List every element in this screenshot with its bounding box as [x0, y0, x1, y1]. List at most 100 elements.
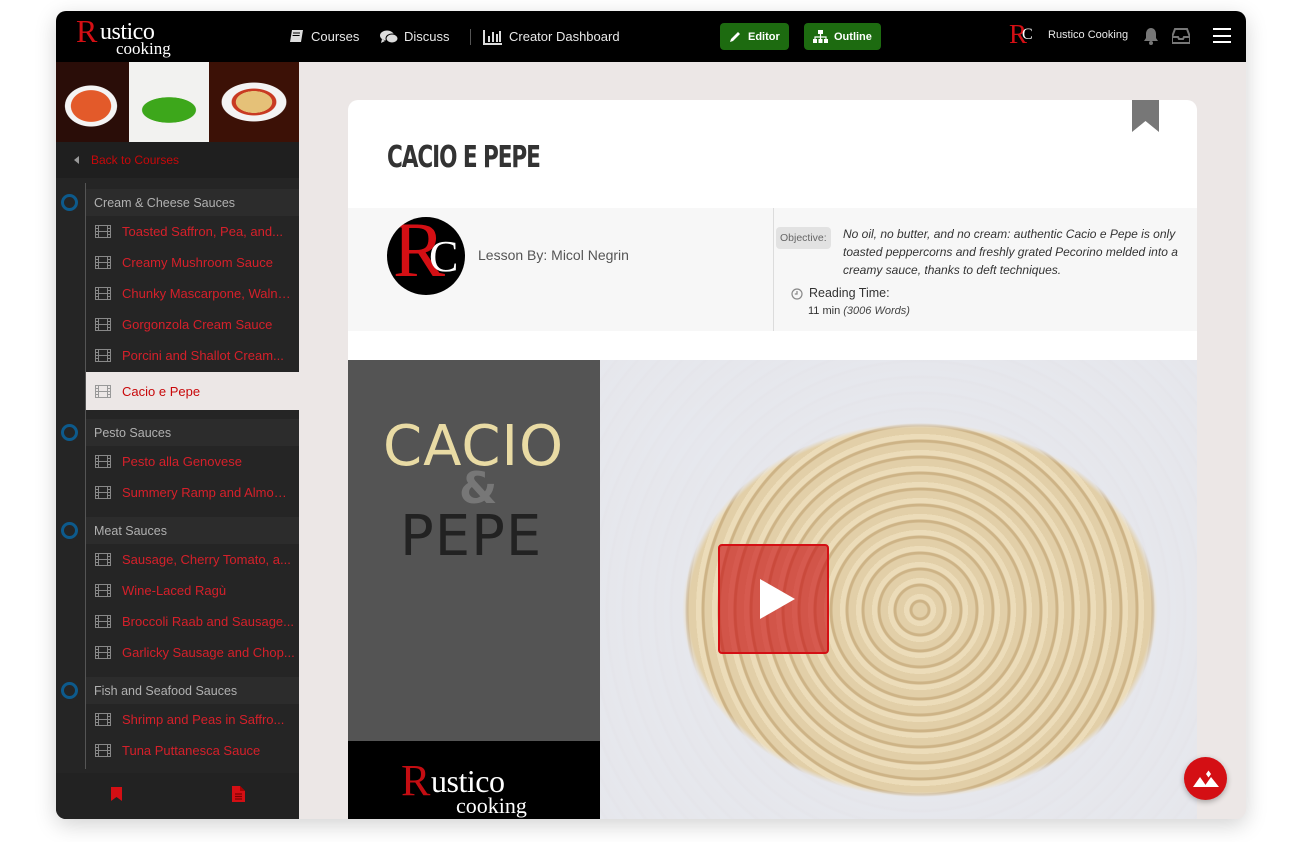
- lesson-title-heading: CACIO E PEPE: [387, 140, 541, 175]
- account-name[interactable]: Rustico Cooking: [1048, 29, 1128, 41]
- lesson-title: Summery Ramp and Almo…: [122, 485, 287, 500]
- objective-label: Objective:: [776, 227, 831, 249]
- logo-subtext: cooking: [116, 39, 171, 58]
- author-avatar: R C: [387, 217, 465, 295]
- course-outline: Cream & Cheese Sauces Toasted Saffron, P…: [56, 183, 299, 769]
- banner-photo-penne: [209, 62, 299, 142]
- section-header[interactable]: Meat Sauces: [61, 517, 299, 544]
- sitemap-icon: [813, 30, 828, 43]
- lesson-item[interactable]: Broccoli Raab and Sausage...: [86, 606, 299, 637]
- poster-logo-subtext: cooking: [456, 793, 527, 818]
- lesson-item[interactable]: Wine-Laced Ragù: [86, 575, 299, 606]
- meta-divider: [773, 208, 774, 331]
- section-header[interactable]: Fish and Seafood Sauces: [61, 677, 299, 704]
- lesson-item[interactable]: Porcini and Shallot Cream...: [86, 340, 299, 371]
- nav-creator-dashboard-label: Creator Dashboard: [509, 29, 620, 44]
- objective-text: No oil, no butter, and no cream: authent…: [843, 227, 1178, 277]
- film-icon: [95, 349, 111, 362]
- bar-chart-icon: [483, 29, 503, 45]
- lesson-title: Broccoli Raab and Sausage...: [122, 614, 294, 629]
- section-title: Fish and Seafood Sauces: [94, 683, 238, 698]
- reading-time-value: 11 min (3006 Words): [808, 305, 910, 317]
- poster-logo-initial: R: [401, 756, 431, 805]
- film-icon: [95, 646, 111, 659]
- film-icon: [95, 225, 111, 238]
- clock-icon: [791, 287, 803, 305]
- mountains-icon: [1192, 770, 1219, 787]
- lesson-title: Cacio e Pepe: [122, 383, 201, 399]
- lesson-title: Tuna Puttanesca Sauce: [122, 743, 261, 758]
- lesson-item[interactable]: Gorgonzola Cream Sauce: [86, 309, 299, 340]
- section-title: Cream & Cheese Sauces: [94, 195, 236, 210]
- reading-time-minutes: 11 min: [808, 305, 841, 317]
- nav-creator-dashboard[interactable]: Creator Dashboard: [483, 11, 620, 62]
- course-sidebar: Back to Courses Cream & Cheese Sauces To…: [56, 62, 299, 819]
- page-gutter: [1197, 62, 1246, 819]
- lesson-item[interactable]: Sausage, Cherry Tomato, a...: [86, 544, 299, 575]
- lesson-title: Creamy Mushroom Sauce: [122, 255, 273, 270]
- lesson-title: Pesto alla Genovese: [122, 454, 242, 469]
- lesson-meta-panel: R C Lesson By: Micol Negrin Objective: N…: [348, 208, 1197, 331]
- rustico-cooking-logo[interactable]: R ustico cooking: [76, 13, 186, 59]
- section-title: Pesto Sauces: [94, 425, 172, 440]
- nav-divider: [470, 29, 471, 45]
- play-icon: [760, 579, 795, 619]
- lesson-title: Toasted Saffron, Pea, and...: [122, 224, 283, 239]
- lesson-title: Wine-Laced Ragù: [122, 583, 227, 598]
- film-icon: [95, 615, 111, 628]
- inbox-icon[interactable]: [1171, 28, 1191, 49]
- film-icon: [95, 455, 111, 468]
- lesson-title: Shrimp and Peas in Saffro...: [122, 712, 285, 727]
- nav-courses-label: Courses: [311, 29, 360, 44]
- play-button[interactable]: [718, 544, 829, 654]
- lesson-title: Chunky Mascarpone, Waln…: [122, 286, 291, 301]
- film-icon: [95, 553, 111, 566]
- film-icon: [95, 287, 111, 300]
- nav-discuss-label: Discuss: [404, 29, 450, 44]
- floating-action-button[interactable]: [1184, 757, 1227, 800]
- lesson-item[interactable]: Toasted Saffron, Pea, and...: [86, 216, 299, 247]
- lesson-title: Porcini and Shallot Cream...: [122, 348, 284, 363]
- video-player[interactable]: CACIO & PEPE R ustico cooking: [348, 360, 1197, 819]
- lesson-title: Gorgonzola Cream Sauce: [122, 317, 273, 332]
- document-icon[interactable]: [232, 786, 245, 807]
- top-navigation-bar: R ustico cooking Courses Discuss Creator…: [56, 11, 1246, 62]
- lesson-item[interactable]: Pesto alla Genovese: [86, 446, 299, 477]
- nav-discuss[interactable]: Discuss: [380, 11, 450, 62]
- section-header[interactable]: Cream & Cheese Sauces: [61, 189, 299, 216]
- bookmark-lesson-icon[interactable]: [1132, 100, 1159, 137]
- lesson-item[interactable]: Summery Ramp and Almo…: [86, 477, 299, 508]
- pencil-icon: [729, 30, 742, 43]
- avatar-initial-c: C: [429, 232, 459, 281]
- film-icon: [95, 744, 111, 757]
- back-to-courses-link[interactable]: Back to Courses: [56, 142, 299, 178]
- section-progress-icon: [61, 682, 78, 699]
- back-to-courses-label: Back to Courses: [91, 153, 180, 167]
- lesson-item[interactable]: Shrimp and Peas in Saffro...: [86, 704, 299, 735]
- lesson-card: CACIO E PEPE R C Lesson By: Micol Negrin…: [348, 100, 1197, 819]
- lesson-author: Lesson By: Micol Negrin: [478, 247, 629, 263]
- film-icon: [95, 584, 111, 597]
- editor-button[interactable]: Editor: [720, 23, 789, 50]
- editor-button-label: Editor: [748, 30, 780, 43]
- account-avatar[interactable]: R C: [1009, 19, 1037, 49]
- lesson-item[interactable]: Tuna Puttanesca Sauce: [86, 735, 299, 766]
- comments-icon: [380, 30, 398, 44]
- avatar-initial-c: C: [1022, 26, 1033, 43]
- section-header[interactable]: Pesto Sauces: [61, 419, 299, 446]
- bell-icon[interactable]: [1143, 27, 1159, 50]
- lesson-item[interactable]: Chunky Mascarpone, Waln…: [86, 278, 299, 309]
- course-banner-image: [56, 62, 299, 142]
- lesson-item[interactable]: Garlicky Sausage and Chop...: [86, 637, 299, 668]
- reading-time-words: (3006 Words): [843, 305, 910, 317]
- video-poster-pasta-photo: [600, 360, 1197, 819]
- nav-courses[interactable]: Courses: [289, 11, 359, 62]
- app-window: R ustico cooking Courses Discuss Creator…: [56, 11, 1246, 819]
- lesson-item-active[interactable]: Cacio e Pepe: [86, 372, 299, 410]
- banner-photo-broccoli: [129, 62, 209, 142]
- menu-icon[interactable]: [1213, 28, 1231, 43]
- outline-button[interactable]: Outline: [804, 23, 881, 50]
- poster-word-pepe: PEPE: [400, 504, 543, 569]
- lesson-item[interactable]: Creamy Mushroom Sauce: [86, 247, 299, 278]
- bookmark-icon[interactable]: [111, 787, 122, 806]
